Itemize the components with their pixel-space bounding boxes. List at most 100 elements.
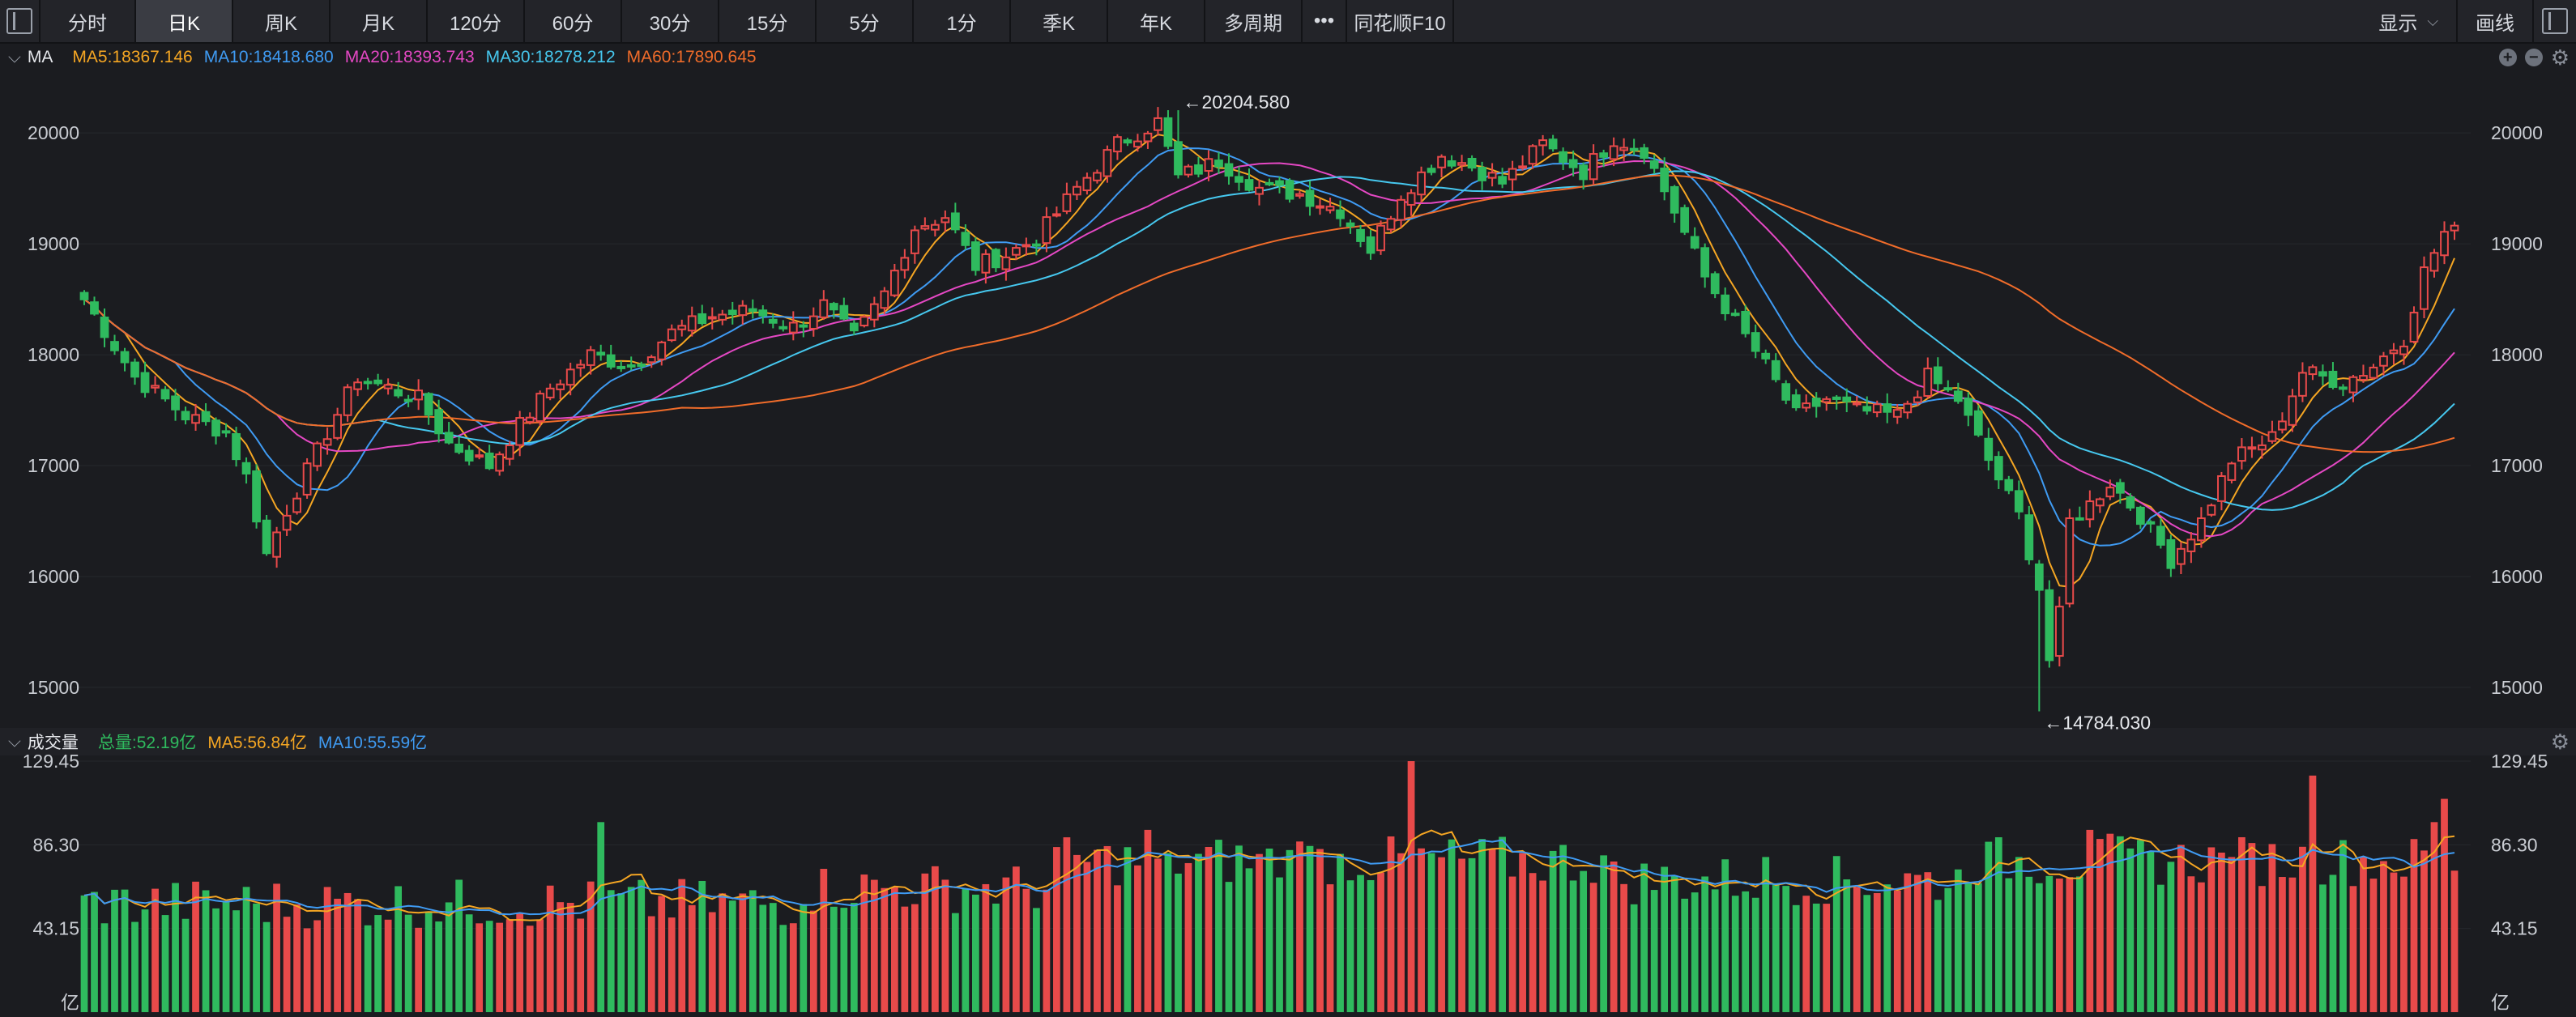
candle-body xyxy=(1984,437,1994,462)
volume-bar xyxy=(1843,879,1851,1012)
indicator-name[interactable]: 成交量 xyxy=(28,730,79,754)
candle-body xyxy=(1913,396,1922,403)
candle-body xyxy=(2369,366,2378,379)
period-tab-12[interactable]: 多周期 xyxy=(1205,0,1303,42)
volume-bar xyxy=(962,889,970,1012)
volume-bar xyxy=(2258,886,2266,1012)
period-tab-9[interactable]: 1分 xyxy=(914,0,1011,42)
candle-body xyxy=(637,364,646,368)
candle-body xyxy=(2267,431,2277,442)
candle-body xyxy=(1295,193,1304,197)
volume-bar xyxy=(1600,855,1608,1012)
volume-bar xyxy=(607,890,615,1012)
volume-bar xyxy=(688,904,696,1012)
volume-bar xyxy=(982,883,990,1012)
vol-ma-line-MA5 xyxy=(83,829,2455,921)
candle-body xyxy=(1062,193,1072,212)
panel-toggle-icon xyxy=(2542,8,2568,34)
vol-tick-label-left: 43.15 xyxy=(32,918,79,939)
candle-body xyxy=(1802,402,1811,409)
volume-bar xyxy=(516,913,524,1012)
candle-body xyxy=(920,225,930,230)
draw-line-button[interactable]: 画线 xyxy=(2456,0,2532,42)
candle-body xyxy=(1376,224,1385,252)
toggle-left-panel-button[interactable] xyxy=(0,0,41,42)
toggle-right-panel-button[interactable] xyxy=(2532,0,2576,42)
volume-bar xyxy=(1286,849,1294,1012)
volume-bar xyxy=(1326,884,1334,1012)
indicator-name[interactable]: MA xyxy=(28,48,53,67)
volume-bar xyxy=(1589,883,1597,1012)
candle-body xyxy=(1811,398,1821,407)
volume-bar xyxy=(1397,853,1405,1012)
period-tab-7[interactable]: 15分 xyxy=(719,0,817,42)
price-legend: ⌵ MA MA5:18367.146 MA10:18418.680 MA20:183… xyxy=(0,44,779,71)
period-tab-10[interactable]: 季K xyxy=(1011,0,1108,42)
volume-bar xyxy=(111,889,118,1012)
period-tab-14[interactable]: 同花顺F10 xyxy=(1347,0,1454,42)
volume-bar xyxy=(2288,877,2297,1012)
chevron-down-icon: ⌵ xyxy=(2427,12,2438,29)
period-tab-3[interactable]: 月K xyxy=(331,0,428,42)
volume-bar xyxy=(2005,878,2013,1012)
period-tab-6[interactable]: 30分 xyxy=(622,0,719,42)
candle-body xyxy=(1366,236,1375,254)
display-dropdown[interactable]: 显示 ⌵ xyxy=(2361,0,2456,42)
zoom-out-icon[interactable]: − xyxy=(2524,49,2543,66)
candle-body xyxy=(667,328,676,342)
candle-body xyxy=(2318,371,2327,377)
volume-bar xyxy=(253,903,260,1012)
candle-body xyxy=(2186,538,2196,552)
period-tab-0[interactable]: 分时 xyxy=(41,0,136,42)
volume-bar xyxy=(2329,874,2337,1012)
collapse-chevron-icon[interactable]: ⌵ xyxy=(8,48,21,67)
volume-bar xyxy=(2106,833,2114,1012)
volume-bar xyxy=(1792,904,1800,1012)
period-tab-5[interactable]: 60分 xyxy=(525,0,622,42)
candle-body xyxy=(1437,155,1446,168)
volume-bar xyxy=(2045,875,2054,1012)
volume-bar xyxy=(1883,884,1891,1012)
candle-body xyxy=(545,387,555,398)
candle-body xyxy=(1154,117,1162,131)
candle-body xyxy=(2288,395,2297,426)
volume-bar xyxy=(364,925,372,1012)
candle-body xyxy=(322,438,332,446)
period-tab-1[interactable]: 日K xyxy=(136,0,233,42)
volume-bar xyxy=(1620,883,1628,1012)
settings-gear-icon[interactable]: ⚙ xyxy=(2551,47,2570,68)
candle-body xyxy=(475,454,484,458)
volume-bar xyxy=(2035,883,2043,1012)
collapse-chevron-icon[interactable]: ⌵ xyxy=(8,732,21,751)
volume-bar xyxy=(1559,845,1567,1012)
volume-bar xyxy=(1103,845,1111,1012)
period-tab-8[interactable]: 5分 xyxy=(817,0,914,42)
period-tab-11[interactable]: 年K xyxy=(1108,0,1205,42)
period-tab-13[interactable]: ••• xyxy=(1303,0,1347,42)
volume-bar xyxy=(2228,857,2236,1012)
period-tab-4[interactable]: 120分 xyxy=(428,0,525,42)
zoom-in-icon[interactable]: + xyxy=(2498,49,2517,66)
candle-body xyxy=(2339,386,2348,390)
volume-bar xyxy=(901,906,909,1012)
volume-bar xyxy=(850,903,858,1012)
candle-body xyxy=(940,217,950,223)
volume-bar xyxy=(800,904,808,1012)
volume-bar xyxy=(779,925,787,1012)
period-tab-2[interactable]: 周K xyxy=(233,0,331,42)
volume-bar xyxy=(1711,889,1719,1012)
legend-item: MA5:56.84亿 xyxy=(207,734,307,752)
ma-line-MA30 xyxy=(83,170,2455,511)
volume-bar xyxy=(2055,879,2063,1012)
candle-body xyxy=(1730,313,1740,317)
volume-bar xyxy=(2360,857,2367,1012)
candle-body xyxy=(586,349,595,366)
volume-bar xyxy=(2279,877,2286,1012)
candle-body xyxy=(1113,136,1122,153)
candle-body xyxy=(2308,366,2318,376)
candle-body xyxy=(1640,147,1649,160)
vol-unit-label-left: 亿 xyxy=(61,992,79,1013)
candle-body xyxy=(1406,192,1416,206)
candle-body xyxy=(808,315,818,330)
settings-gear-icon[interactable]: ⚙ xyxy=(2551,731,2570,752)
